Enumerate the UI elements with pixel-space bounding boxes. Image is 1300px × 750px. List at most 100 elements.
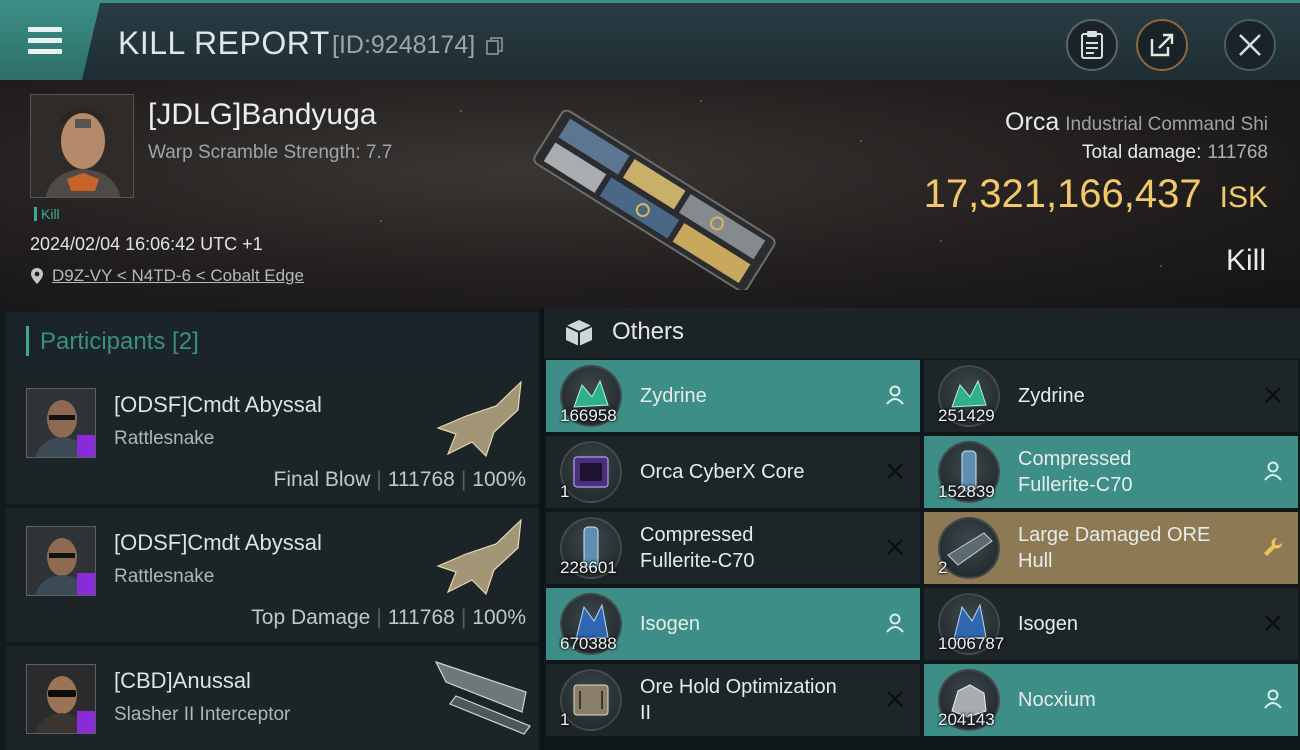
item-name-line2: II bbox=[640, 702, 652, 724]
close-button[interactable] bbox=[1224, 19, 1276, 71]
participant-name[interactable]: [CBD]Anussal bbox=[114, 668, 251, 694]
participant-avatar[interactable] bbox=[26, 526, 96, 596]
clipboard-button[interactable] bbox=[1066, 19, 1118, 71]
total-damage-label: Total damage: bbox=[1082, 142, 1202, 163]
page-title: KILL REPORT bbox=[118, 25, 330, 61]
destroyed-x-icon bbox=[1265, 615, 1281, 631]
location-pin-icon bbox=[31, 268, 43, 284]
loot-item[interactable]: 1 Ore Hold Optimization II bbox=[546, 664, 920, 736]
destroyed-x-icon bbox=[887, 463, 903, 479]
dropped-person-icon bbox=[886, 385, 904, 405]
participant-name[interactable]: [ODSF]Cmdt Abyssal bbox=[114, 392, 322, 418]
participant-ship: Rattlesnake bbox=[114, 566, 215, 587]
participant-ship: Slasher II Interceptor bbox=[114, 704, 291, 725]
item-quantity: 1006787 bbox=[938, 634, 1005, 653]
kill-tag: Kill bbox=[34, 206, 60, 222]
item-quantity: 228601 bbox=[560, 558, 617, 577]
others-header: Others bbox=[544, 308, 1300, 358]
item-name: Ore Hold Optimization II bbox=[640, 674, 837, 726]
dropped-person-icon bbox=[1264, 461, 1282, 481]
hamburger-menu-icon bbox=[28, 27, 62, 60]
participant-row[interactable]: [ODSF]Cmdt Abyssal Rattlesnake Final Blo… bbox=[6, 370, 538, 504]
share-icon bbox=[1150, 33, 1174, 57]
participants-header: Participants [2] bbox=[6, 312, 538, 370]
clipboard-icon bbox=[1081, 31, 1103, 59]
participant-role: Top Damage bbox=[251, 606, 371, 629]
wrench-icon bbox=[1264, 537, 1283, 556]
participant-damage: 111768 bbox=[387, 468, 455, 491]
victim-name[interactable]: [JDLG]Bandyuga bbox=[148, 98, 376, 132]
destroyed-x-icon bbox=[887, 539, 903, 555]
copy-icon[interactable] bbox=[486, 37, 504, 55]
close-icon bbox=[1239, 34, 1261, 56]
title-bar: KILL REPORT [ID:9248174] bbox=[0, 0, 1300, 80]
destroyed-x-icon bbox=[1265, 387, 1281, 403]
dropped-person-icon bbox=[1264, 689, 1282, 709]
dropped-person-icon bbox=[886, 613, 904, 633]
item-name: Zydrine bbox=[640, 385, 707, 407]
item-name-line2: Fullerite-C70 bbox=[640, 550, 755, 572]
participant-percent: 100% bbox=[472, 606, 526, 629]
item-name-line1: Compressed bbox=[640, 524, 754, 546]
loot-item[interactable]: 204143 Nocxium bbox=[924, 664, 1298, 736]
item-name-line2: Hull bbox=[1018, 550, 1053, 572]
isk-value: 17,321,166,437 ISK bbox=[924, 172, 1268, 217]
item-name: Nocxium bbox=[1018, 689, 1096, 711]
corp-badge bbox=[77, 573, 95, 595]
ship-class: Industrial Command Shi bbox=[1065, 114, 1268, 135]
participant-role: Final Blow bbox=[273, 468, 371, 491]
item-name-line2: Fullerite-C70 bbox=[1018, 474, 1133, 496]
share-button[interactable] bbox=[1136, 19, 1188, 71]
rattlesnake-ship-icon bbox=[436, 380, 522, 458]
participants-title: Participants [2] bbox=[40, 328, 199, 355]
corp-badge bbox=[77, 711, 95, 733]
location-text: D9Z-VY < N4TD-6 < Cobalt Edge bbox=[52, 266, 304, 285]
loot-item[interactable]: 670388 Isogen bbox=[546, 588, 920, 660]
participant-stats: Top Damage | 111768 | 100% bbox=[251, 606, 526, 630]
result-label: Kill bbox=[1225, 244, 1266, 277]
destroyed-x-icon bbox=[887, 691, 903, 707]
isk-amount: 17,321,166,437 bbox=[923, 172, 1202, 216]
total-damage-value: 111768 bbox=[1207, 142, 1268, 163]
kill-id: [ID:9248174] bbox=[332, 31, 476, 59]
participant-stats: Final Blow | 111768 | 100% bbox=[274, 468, 527, 492]
loot-item[interactable]: 1 Orca CyberX Core bbox=[546, 436, 920, 508]
loot-item[interactable]: 152839 Compressed Fullerite-C70 bbox=[924, 436, 1298, 508]
item-name-line1: Ore Hold Optimization bbox=[640, 676, 837, 698]
participant-row[interactable]: [CBD]Anussal Slasher II Interceptor bbox=[6, 646, 538, 750]
corp-badge bbox=[77, 435, 95, 457]
warp-scramble-strength: Warp Scramble Strength: 7.7 bbox=[148, 142, 393, 163]
item-name: Compressed Fullerite-C70 bbox=[640, 522, 754, 574]
menu-button[interactable] bbox=[0, 3, 100, 80]
loot-item[interactable]: 228601 Compressed Fullerite-C70 bbox=[546, 512, 920, 584]
victim-avatar[interactable] bbox=[30, 94, 134, 198]
participant-row[interactable]: [ODSF]Cmdt Abyssal Rattlesnake Top Damag… bbox=[6, 508, 538, 642]
item-quantity: 251429 bbox=[938, 406, 995, 425]
participant-avatar[interactable] bbox=[26, 664, 96, 734]
item-name: Compressed Fullerite-C70 bbox=[1018, 446, 1132, 498]
participant-ship: Rattlesnake bbox=[114, 428, 215, 449]
location-link[interactable]: D9Z-VY < N4TD-6 < Cobalt Edge bbox=[30, 266, 304, 286]
item-quantity: 1 bbox=[560, 482, 570, 501]
kill-datetime: 2024/02/04 16:06:42 UTC +1 bbox=[30, 234, 263, 254]
stat-divider: | bbox=[376, 468, 382, 491]
slasher-ship-icon bbox=[434, 660, 531, 735]
participant-damage: 111768 bbox=[387, 606, 455, 629]
participant-avatar[interactable] bbox=[26, 388, 96, 458]
item-name: Isogen bbox=[1018, 613, 1079, 635]
ship-name-text: Orca bbox=[1005, 108, 1060, 136]
others-title: Others bbox=[612, 318, 685, 345]
loot-item[interactable]: 251429 Zydrine bbox=[924, 360, 1298, 432]
loot-item[interactable]: 166958 Zydrine bbox=[546, 360, 920, 432]
orca-ship-image bbox=[533, 110, 776, 290]
item-quantity: 166958 bbox=[560, 406, 617, 425]
victim-ship[interactable]: Orca Industrial Command Shi bbox=[1005, 108, 1268, 137]
item-quantity: 670388 bbox=[560, 634, 617, 653]
victim-panel: [JDLG]Bandyuga Warp Scramble Strength: 7… bbox=[0, 80, 1300, 308]
participant-name[interactable]: [ODSF]Cmdt Abyssal bbox=[114, 530, 322, 556]
rattlesnake-ship-icon bbox=[436, 518, 522, 596]
participants-panel: Participants [2] [ODSF]Cmdt Abyssal Ratt… bbox=[0, 308, 540, 750]
item-quantity: 204143 bbox=[938, 710, 995, 729]
loot-item[interactable]: 1006787 Isogen bbox=[924, 588, 1298, 660]
loot-item[interactable]: 2 Large Damaged ORE Hull bbox=[924, 512, 1298, 584]
